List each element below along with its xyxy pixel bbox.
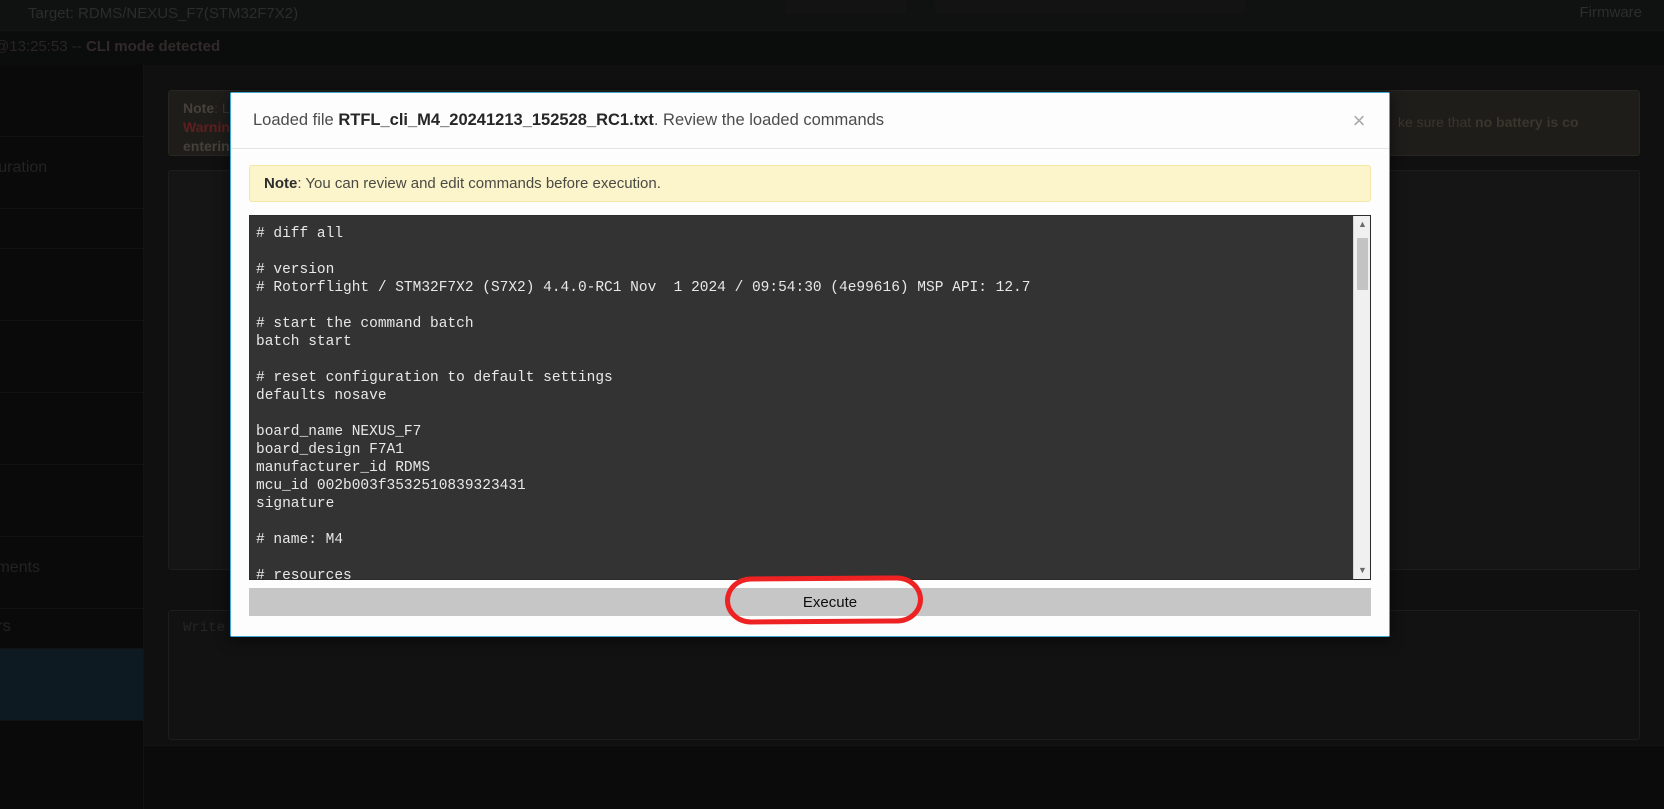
execute-row: Execute <box>249 588 1371 616</box>
dialog-footer: Execute <box>231 580 1389 636</box>
sidebar-item[interactable] <box>0 393 143 465</box>
sidebar-item[interactable] <box>0 321 143 393</box>
warning-text-a: ke sure that <box>1398 114 1475 130</box>
close-icon[interactable]: × <box>1347 109 1371 133</box>
dialog-body: Note: You can review and edit commands b… <box>231 149 1389 580</box>
sidebar-item[interactable] <box>0 249 143 321</box>
sidebar-item[interactable] <box>0 465 143 537</box>
sidebar-item-cli[interactable]: CLI <box>0 649 143 721</box>
scrollbar-thumb[interactable] <box>1357 238 1368 290</box>
header-button-a[interactable] <box>785 0 907 14</box>
execute-button[interactable]: Execute <box>727 588 933 616</box>
footer-bar <box>144 745 1664 809</box>
title-prefix: Loaded file <box>253 111 338 129</box>
title-suffix: . Review the loaded commands <box>654 111 884 129</box>
sidebar-item-label: Configuration <box>0 159 47 177</box>
sidebar-item-adjustments[interactable]: Adjustments <box>0 537 143 609</box>
loaded-file-dialog: Loaded file RTFL_cli_M4_20241213_152528_… <box>230 92 1390 637</box>
sidebar-item-power[interactable]: Power <box>0 209 143 249</box>
status-line: @13:25:53 -- CLI mode detected <box>0 31 1664 65</box>
note-label: Note <box>264 175 297 192</box>
dialog-title: Loaded file RTFL_cli_M4_20241213_152528_… <box>253 111 884 130</box>
target-label: Target: RDMS/NEXUS_F7(STM32F7X2) <box>28 5 298 22</box>
firmware-tab[interactable]: Firmware <box>1580 4 1643 21</box>
status-message: CLI mode detected <box>86 38 220 55</box>
command-scrollbar[interactable]: ▲ ▼ <box>1353 216 1370 579</box>
status-text: @13:25:53 -- CLI mode detected <box>0 38 220 55</box>
app-window: Target: RDMS/NEXUS_F7(STM32F7X2) Firmwar… <box>0 0 1664 809</box>
note-label: Note <box>183 100 214 116</box>
review-note: Note: You can review and edit commands b… <box>249 165 1371 202</box>
top-bar: Target: RDMS/NEXUS_F7(STM32F7X2) Firmwar… <box>0 0 1664 31</box>
loaded-filename: RTFL_cli_M4_20241213_152528_RC1.txt <box>338 111 654 129</box>
note-text: : You can review and edit commands befor… <box>297 175 661 192</box>
dialog-header: Loaded file RTFL_cli_M4_20241213_152528_… <box>231 93 1389 149</box>
scroll-down-icon[interactable]: ▼ <box>1354 562 1371 579</box>
sidebar-item-label: Adjustments <box>0 559 40 577</box>
command-preview[interactable]: # diff all # version # Rotorflight / STM… <box>249 215 1371 580</box>
warning-text-b: no battery is co <box>1475 114 1578 130</box>
header-button-b[interactable] <box>935 0 1245 14</box>
command-text[interactable]: # diff all # version # Rotorflight / STM… <box>250 216 1370 579</box>
sidebar-item-label: Sensors <box>0 618 11 636</box>
background-warning-right: ke sure that no battery is co <box>1398 114 1579 130</box>
sidebar-item[interactable] <box>0 65 143 137</box>
status-timestamp: @13:25:53 <box>0 38 68 55</box>
sidebar-item-configuration[interactable]: Configuration <box>0 137 143 209</box>
sidebar: Configuration Power Adjustments Sensors … <box>0 65 144 809</box>
status-sep: -- <box>72 38 86 55</box>
sidebar-item-sensors[interactable]: Sensors <box>0 609 143 649</box>
scroll-up-icon[interactable]: ▲ <box>1354 216 1371 233</box>
